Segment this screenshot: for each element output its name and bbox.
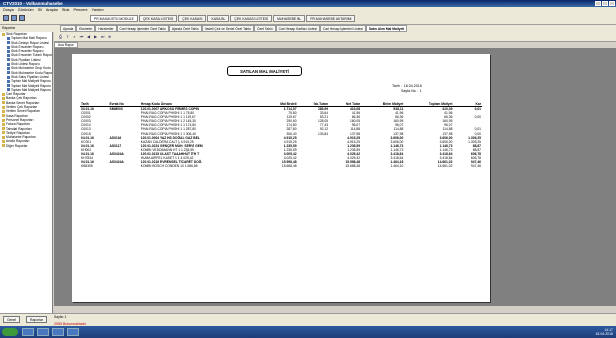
folder-icon <box>2 131 5 135</box>
report-icon <box>7 67 10 70</box>
title-bar: CTV2010 - Volkanmuhasebe <box>0 0 616 7</box>
folder-icon <box>2 32 5 36</box>
table-cell: KOMBİ BOSCH CONDEN 10 1.566,85 <box>140 164 198 169</box>
report-icon <box>7 54 10 58</box>
report-icon <box>7 41 10 45</box>
status-bar: Genel Raporlar Sayfa: 1 2955 Bulunmaktad… <box>0 313 616 326</box>
report-tab[interactable]: Hareketler <box>95 25 117 32</box>
folder-icon <box>2 97 5 101</box>
table-cell <box>109 164 140 168</box>
zoom-icon[interactable]: ⊕ <box>107 34 112 39</box>
export-icon[interactable]: ⇪ <box>65 34 70 39</box>
next-page-icon[interactable]: ▶ <box>93 34 98 39</box>
report-icon <box>7 79 10 83</box>
report-icon <box>7 45 10 49</box>
report-meta-row: Sayfa No :1 <box>392 89 422 94</box>
folder-icon <box>2 140 5 144</box>
sidebar-item[interactable]: Diğer Raporlar <box>0 144 52 148</box>
new-icon[interactable] <box>3 15 9 21</box>
last-page-icon[interactable]: ⏭ <box>100 34 105 39</box>
genel-button[interactable]: Genel <box>3 316 21 323</box>
close-icon[interactable] <box>609 1 615 6</box>
report-icon <box>7 88 10 92</box>
table-cell: 15.668,48 <box>281 164 297 169</box>
clock: 14:17 18.04.2018 <box>595 328 613 336</box>
report-tab[interactable]: Cari Hesap Kartları Listesi <box>275 25 320 32</box>
report-tab[interactable]: Ajanda <box>60 25 77 32</box>
top-tab[interactable]: ÇEK KASA LİSTESİ <box>138 15 178 22</box>
report-icon <box>7 58 10 62</box>
print-icon[interactable]: ⎙ <box>58 34 63 39</box>
folder-icon <box>2 144 5 148</box>
report-tab[interactable]: Özet Tablo <box>253 25 276 32</box>
table-row: KB6305 KOMBİ BOSCH CONDEN 10 1.566,85 15.6… <box>80 164 482 168</box>
top-tab[interactable]: PR.MASAÜSTÜ MODÜLE <box>90 15 138 22</box>
report-icon <box>7 36 10 40</box>
report-icon <box>7 62 10 66</box>
top-tab-strip: PR.MASAÜSTÜ MODÜLE ÇEK KASA LİSTESİ ÇEK KA… <box>90 15 356 22</box>
prev-page-icon[interactable]: ◀ <box>86 34 91 39</box>
taskbar-app-icon[interactable] <box>67 328 79 336</box>
folder-icon <box>2 127 5 131</box>
report-tabs: Ajanda Ekstreler Hareketler Cari Hesap İşle… <box>60 25 408 32</box>
report-tab[interactable]: Satın Alım Mal Maliyeti <box>365 25 408 32</box>
table-cell: 15.668,48 <box>345 164 361 169</box>
report-page: SATILAN MAL MALİYETİ Tarih :18.04.2018 Sa… <box>72 54 490 302</box>
report-icon <box>7 75 10 79</box>
meta-label: Sayfa No : <box>401 89 418 93</box>
taskbar-app-icon[interactable] <box>52 328 64 336</box>
report-tab[interactable]: Ajanda Özet Tablo <box>168 25 202 32</box>
meta-value: 1 <box>419 89 422 93</box>
report-viewer: SATILAN MAL MALİYETİ Tarih :18.04.2018 Sa… <box>54 48 616 306</box>
report-tab[interactable]: Cari Hesap İşlemleri Özet Tablo <box>116 25 169 32</box>
open-icon[interactable] <box>11 15 17 21</box>
table-cell: 14.661,02 <box>437 164 453 169</box>
window-controls <box>595 1 615 6</box>
table-cell: 947,46 <box>470 164 481 169</box>
report-table: Tarih Evrak No Hesap Kodu Ünvanı Mal Bedeli… <box>80 102 482 168</box>
search-icon[interactable]: ⌕ <box>72 34 77 39</box>
table-cell: 1.464,10 <box>390 164 404 169</box>
taskbar-app-icon[interactable] <box>37 328 49 336</box>
nav-label: Raporlar <box>2 26 16 30</box>
sidebar-item-label: Diğer Raporlar <box>6 143 28 148</box>
folder-icon <box>2 118 5 122</box>
page-label: Sayfa: 1 <box>54 315 67 319</box>
folder-icon <box>2 109 5 113</box>
report-icon <box>7 84 10 88</box>
report-tree: Stok Raporları Toplam Mal Mali Raporu Stok… <box>0 32 53 313</box>
taskbar-app-icon[interactable] <box>22 328 34 336</box>
raporlar-button[interactable]: Raporlar <box>26 316 48 323</box>
top-tab[interactable]: ÇEK KASASI LİSTESİ <box>230 15 273 22</box>
report-icon <box>7 49 10 53</box>
first-page-icon[interactable]: ⏮ <box>79 34 84 39</box>
report-tab[interactable]: Ekstreler <box>76 25 96 32</box>
toolbar-icons <box>3 15 25 21</box>
table-cell: KB6305 <box>81 164 93 169</box>
folder-icon <box>2 122 5 126</box>
report-tab[interactable]: Cari Hesap İşlemleri Listesi <box>319 25 366 32</box>
report-meta: Tarih :18.04.2018 Sayfa No :1 <box>392 84 422 94</box>
top-tab[interactable]: ÇEK KASASI <box>178 15 207 22</box>
top-tab[interactable]: KASA BL <box>207 15 230 22</box>
window-title: CTV2010 - Volkanmuhasebe <box>3 1 63 6</box>
maximize-icon[interactable] <box>602 1 608 6</box>
folder-icon <box>2 105 5 109</box>
report-title: SATILAN MAL MALİYETİ <box>227 66 302 76</box>
folder-icon <box>2 114 5 118</box>
report-icon <box>7 71 10 75</box>
folder-icon <box>2 101 5 105</box>
report-toolbar: ⎙ ⇪ ⌕ ⏮ ◀ ▶ ⏭ ⊕ <box>54 32 616 42</box>
top-tab[interactable]: MUHASEBE BL <box>273 15 306 22</box>
folder-icon <box>2 135 5 139</box>
table-cell <box>298 164 330 168</box>
minimize-icon[interactable] <box>595 1 601 6</box>
start-button[interactable] <box>2 328 18 336</box>
top-tab[interactable]: PR.MUHASEBE AKTARIMI <box>306 15 356 22</box>
taskbar: 14:17 18.04.2018 <box>0 326 616 338</box>
report-tab[interactable]: Vadeli Çek ve Senet Özet Tablo <box>201 25 254 32</box>
save-icon[interactable] <box>19 15 25 21</box>
folder-icon <box>2 92 5 96</box>
